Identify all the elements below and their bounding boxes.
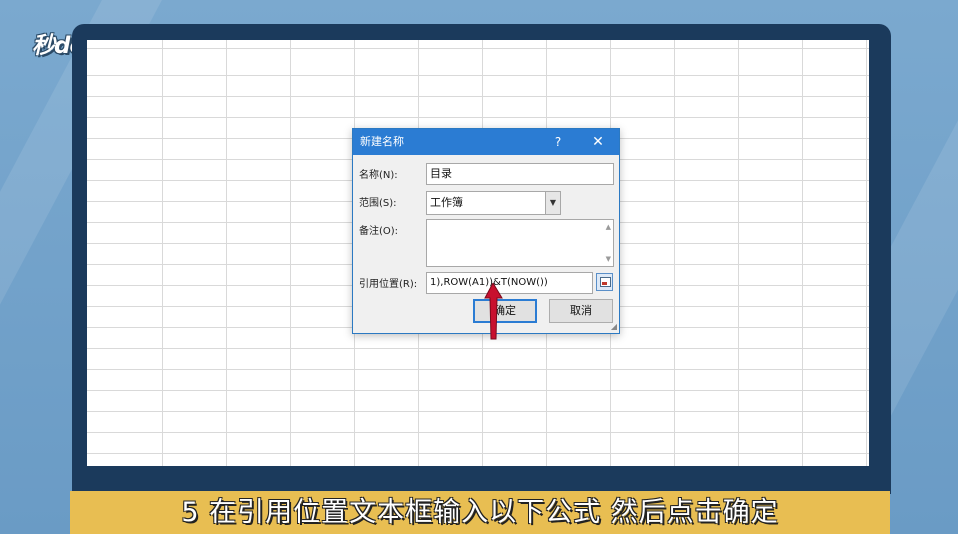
refers-to-input[interactable]: 1),ROW(A1))&T(NOW()) [426, 272, 593, 294]
cancel-button[interactable]: 取消 [549, 299, 613, 323]
name-input[interactable]: 目录 [426, 163, 614, 185]
dialog-titlebar: 新建名称 ? ✕ [353, 129, 619, 155]
name-label: 名称(N): [359, 170, 398, 181]
comment-textarea[interactable]: ▲ ▼ [426, 219, 614, 267]
scope-value: 工作簿 [430, 196, 463, 209]
scroll-up-icon[interactable]: ▲ [606, 223, 611, 231]
scope-label: 范围(S): [359, 198, 397, 209]
refers-to-label: 引用位置(R): [359, 279, 418, 290]
comment-label: 备注(O): [359, 226, 399, 237]
resize-grip-icon[interactable]: ◢ [611, 322, 617, 331]
red-arrow-pointer [484, 283, 503, 340]
chevron-down-icon[interactable]: ▼ [545, 192, 560, 214]
selection-mark [602, 282, 607, 285]
scope-select[interactable]: 工作簿 ▼ [426, 191, 561, 215]
close-button[interactable]: ✕ [585, 129, 611, 155]
help-button[interactable]: ? [545, 129, 571, 155]
range-select-icon[interactable] [596, 273, 613, 291]
scroll-down-icon[interactable]: ▼ [606, 255, 611, 263]
dialog-title: 新建名称 [360, 135, 404, 148]
caption-bar: 5 在引用位置文本框输入以下公式 然后点击确定 [70, 491, 890, 534]
caption-text: 5 在引用位置文本框输入以下公式 然后点击确定 [181, 497, 779, 528]
